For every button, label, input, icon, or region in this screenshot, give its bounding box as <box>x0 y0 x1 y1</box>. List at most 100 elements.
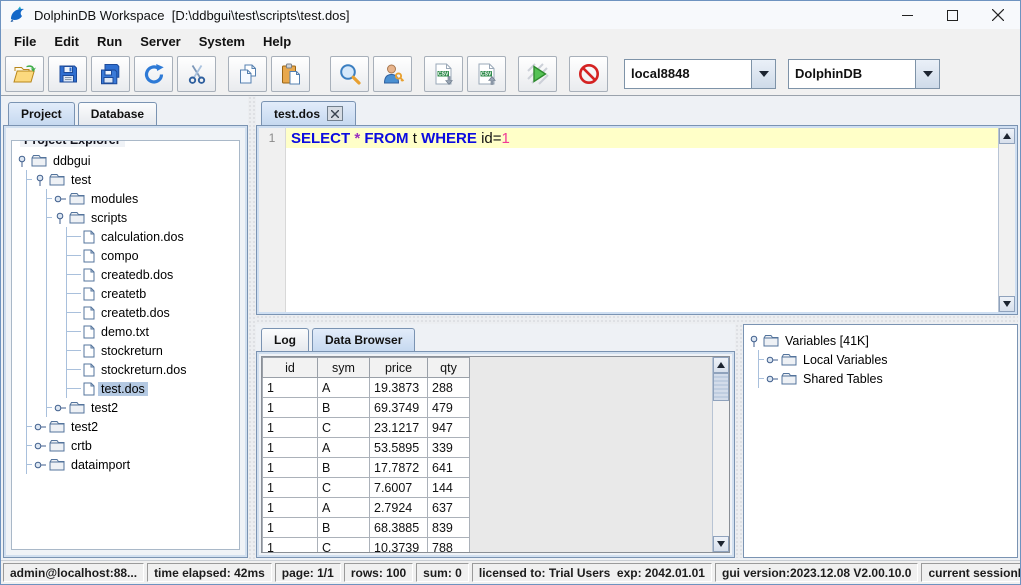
combo-dropdown-icon[interactable] <box>751 60 775 88</box>
tab-log[interactable]: Log <box>261 328 309 351</box>
table-cell[interactable]: 23.1217 <box>370 418 428 438</box>
table-cell[interactable]: B <box>318 458 370 478</box>
tree-node[interactable]: stockreturn <box>67 341 237 360</box>
import-csv-button[interactable]: CSV <box>467 56 506 92</box>
run-button[interactable] <box>518 56 557 92</box>
table-cell[interactable]: 947 <box>428 418 470 438</box>
tree-node[interactable]: calculation.dos <box>67 227 237 246</box>
tab-database[interactable]: Database <box>78 102 157 125</box>
table-cell[interactable]: 53.5895 <box>370 438 428 458</box>
scroll-down-icon[interactable] <box>999 296 1015 312</box>
code-editor[interactable]: 1 SELECT * FROM t WHERE id=1 <box>259 128 1015 312</box>
tab-project[interactable]: Project <box>8 102 75 125</box>
table-cell[interactable]: C <box>318 418 370 438</box>
table-cell[interactable]: 637 <box>428 498 470 518</box>
tree-node[interactable]: createtb.dos <box>67 303 237 322</box>
code-line[interactable]: SELECT * FROM t WHERE id=1 <box>286 128 998 148</box>
table-cell[interactable]: 1 <box>263 438 318 458</box>
tree-expand-icon[interactable] <box>34 440 46 452</box>
tree-node[interactable]: test <box>27 170 237 189</box>
menu-item-help[interactable]: Help <box>254 32 300 51</box>
table-cell[interactable]: A <box>318 498 370 518</box>
table-cell[interactable]: 69.3749 <box>370 398 428 418</box>
tree-node[interactable]: test2 <box>27 417 237 436</box>
tree-expand-icon[interactable] <box>54 402 66 414</box>
search-button[interactable] <box>330 56 369 92</box>
table-cell[interactable]: A <box>318 378 370 398</box>
table-vertical-scrollbar[interactable] <box>712 357 729 552</box>
tree-node[interactable]: compo <box>67 246 237 265</box>
tree-node[interactable]: scripts <box>47 208 237 227</box>
close-button[interactable] <box>975 1 1020 29</box>
save-button[interactable] <box>48 56 87 92</box>
scroll-up-icon[interactable] <box>999 128 1015 144</box>
tab-testdos[interactable]: test.dos <box>261 101 356 125</box>
tree-node[interactable]: test2 <box>47 398 237 417</box>
table-cell[interactable]: C <box>318 538 370 553</box>
table-cell[interactable]: 1 <box>263 518 318 538</box>
tree-node[interactable]: demo.txt <box>67 322 237 341</box>
copy-button[interactable] <box>228 56 267 92</box>
tree-node[interactable]: stockreturn.dos <box>67 360 237 379</box>
table-cell[interactable]: B <box>318 398 370 418</box>
tree-expand-icon[interactable] <box>34 421 46 433</box>
export-csv-button[interactable]: CSV <box>424 56 463 92</box>
table-cell[interactable]: 7.6007 <box>370 478 428 498</box>
table-cell[interactable]: 641 <box>428 458 470 478</box>
vertical-splitter[interactable] <box>248 96 256 560</box>
table-cell[interactable]: 2.7924 <box>370 498 428 518</box>
mode-combobox[interactable]: DolphinDB <box>788 59 940 89</box>
table-cell[interactable]: B <box>318 518 370 538</box>
column-header-price[interactable]: price <box>370 358 428 378</box>
table-cell[interactable]: 1 <box>263 478 318 498</box>
maximize-button[interactable] <box>930 1 975 29</box>
server-combobox[interactable]: local8848 <box>624 59 776 89</box>
table-cell[interactable]: 1 <box>263 498 318 518</box>
table-cell[interactable]: 479 <box>428 398 470 418</box>
tree-node[interactable]: ddbgui <box>16 151 237 170</box>
table-cell[interactable]: 839 <box>428 518 470 538</box>
table-cell[interactable]: 68.3885 <box>370 518 428 538</box>
tree-collapse-icon[interactable] <box>16 155 28 167</box>
scroll-track[interactable] <box>999 144 1015 296</box>
table-cell[interactable]: 1 <box>263 378 318 398</box>
login-button[interactable] <box>373 56 412 92</box>
table-cell[interactable]: 144 <box>428 478 470 498</box>
table-cell[interactable]: 1 <box>263 458 318 478</box>
column-header-id[interactable]: id <box>263 358 318 378</box>
scroll-up-icon[interactable] <box>713 357 729 373</box>
tree-node[interactable]: Variables [41K] <box>748 331 1015 350</box>
cut-button[interactable] <box>177 56 216 92</box>
column-header-qty[interactable]: qty <box>428 358 470 378</box>
tree-collapse-icon[interactable] <box>748 335 760 347</box>
editor-vertical-scrollbar[interactable] <box>998 128 1015 312</box>
table-cell[interactable]: 10.3739 <box>370 538 428 553</box>
tree-node[interactable]: createdb.dos <box>67 265 237 284</box>
tree-collapse-icon[interactable] <box>34 174 46 186</box>
tree-node[interactable]: test.dos <box>67 379 237 398</box>
scroll-down-icon[interactable] <box>713 536 729 552</box>
vertical-splitter-2[interactable] <box>735 324 743 558</box>
save-all-button[interactable] <box>91 56 130 92</box>
table-cell[interactable]: 1 <box>263 418 318 438</box>
horizontal-splitter[interactable] <box>256 315 1018 324</box>
menu-item-system[interactable]: System <box>190 32 254 51</box>
table-cell[interactable]: 1 <box>263 538 318 553</box>
scroll-thumb[interactable] <box>713 373 729 401</box>
tree-node[interactable]: Local Variables <box>759 350 1015 369</box>
tree-expand-icon[interactable] <box>766 354 778 366</box>
code-area[interactable]: SELECT * FROM t WHERE id=1 <box>286 128 998 312</box>
tab-data-browser[interactable]: Data Browser <box>312 328 415 351</box>
table-cell[interactable]: 19.3873 <box>370 378 428 398</box>
tree-expand-icon[interactable] <box>34 459 46 471</box>
table-cell[interactable]: 788 <box>428 538 470 553</box>
table-cell[interactable]: 17.7872 <box>370 458 428 478</box>
table-cell[interactable]: 288 <box>428 378 470 398</box>
menu-item-file[interactable]: File <box>5 32 45 51</box>
tree-node[interactable]: createtb <box>67 284 237 303</box>
tree-expand-icon[interactable] <box>54 193 66 205</box>
menu-item-server[interactable]: Server <box>131 32 189 51</box>
table-cell[interactable]: 339 <box>428 438 470 458</box>
menu-item-run[interactable]: Run <box>88 32 131 51</box>
tree-node[interactable]: Shared Tables <box>759 369 1015 388</box>
